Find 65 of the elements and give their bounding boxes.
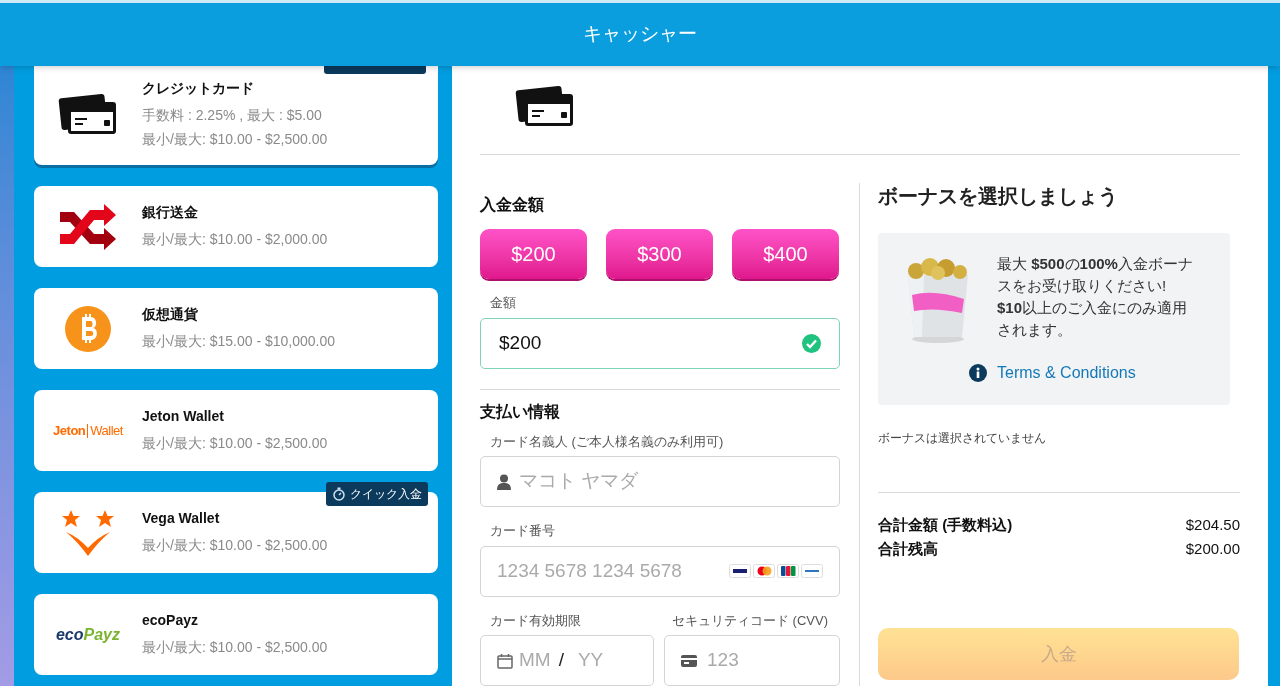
section-heading: 入金金額 xyxy=(480,195,545,215)
method-detail: 最小/最大: $10.00 - $2,500.00 xyxy=(142,130,328,149)
logo-text: Payz xyxy=(83,624,120,645)
method-title: 銀行送金 xyxy=(142,203,199,222)
stars-check-icon xyxy=(62,509,114,556)
method-title: Jeton Wallet xyxy=(142,407,225,426)
method-detail: 最小/最大: $10.00 - $2,500.00 xyxy=(142,434,328,453)
expiry-field[interactable]: MM / YY xyxy=(480,635,654,686)
method-title: ecoPayz xyxy=(142,611,200,630)
method-detail: 最小/最大: $10.00 - $2,000.00 xyxy=(142,230,328,249)
amount-field[interactable]: $200 xyxy=(480,317,840,369)
field-label: カード番号 xyxy=(490,522,556,540)
method-detail: 最小/最大: $10.00 - $2,500.00 xyxy=(142,638,328,657)
quick-deposit-badge: クイック入金 xyxy=(326,482,428,506)
field-label: 金額 xyxy=(490,294,517,312)
method-title: 仮想通貨 xyxy=(142,305,199,324)
total-label: 合計残高 xyxy=(878,539,938,559)
payment-method-card[interactable]: 仮想通貨 最小/最大: $15.00 - $10,000.00 xyxy=(34,288,438,369)
date-separator: / xyxy=(558,648,564,673)
total-label: 合計金額 (手数料込) xyxy=(878,515,1013,535)
card-brand-icon xyxy=(753,564,775,578)
terms-link[interactable]: Terms & Conditions xyxy=(969,361,1193,385)
logo-text: Jeton xyxy=(53,421,86,440)
amount-preset-button[interactable]: $200 xyxy=(480,229,587,279)
bonus-card[interactable]: 最大 $500の100%入金ボーナスをお受け取りください! $10以上のご入金にのみ適用されます。 Terms & Conditions xyxy=(878,233,1230,405)
field-label: カード名義人 (ご本人様名義のみ利用可) xyxy=(490,432,725,451)
shuffle-arrows-icon xyxy=(60,203,116,250)
amount-preset-button[interactable]: $400 xyxy=(732,229,839,279)
info-icon xyxy=(969,364,987,382)
bonus-status: ボーナスは選択されていません xyxy=(878,430,1047,447)
field-label: カード有効期限 xyxy=(490,611,582,630)
cashier-title: キャッシャー xyxy=(583,22,697,47)
field-label: セキュリティコード (CVV) xyxy=(672,611,829,630)
method-detail: 最小/最大: $15.00 - $10,000.00 xyxy=(142,332,335,351)
stopwatch-icon xyxy=(332,487,346,501)
logo-text: Wallet xyxy=(90,421,123,440)
section-heading: 支払い情報 xyxy=(480,401,561,422)
placeholder-text: マコト ヤマダ xyxy=(519,469,639,494)
placeholder-text: 1234 5678 1234 5678 xyxy=(497,558,682,583)
placeholder-text: MM xyxy=(519,648,551,673)
payment-method-card[interactable]: ecoPayz ecoPayz 最小/最大: $10.00 - $2,500.00 xyxy=(34,594,438,675)
bonus-description: 最大 $500の100%入金ボーナスをお受け取りください! $10以上のご入金にのみ適用されます。 xyxy=(997,254,1193,340)
card-brand-icon xyxy=(801,564,823,578)
amount-value: $200 xyxy=(499,330,542,355)
method-detail: 最小/最大: $10.00 - $2,500.00 xyxy=(142,536,328,555)
total-value: $200.00 xyxy=(1185,539,1240,559)
payment-method-card[interactable]: 銀行送金 最小/最大: $10.00 - $2,000.00 xyxy=(34,186,438,267)
total-value: $204.50 xyxy=(1185,515,1240,535)
method-title: クレジットカード xyxy=(142,79,255,98)
logo-text: eco xyxy=(55,624,84,645)
placeholder-text: 123 xyxy=(707,648,739,673)
person-icon xyxy=(497,473,511,490)
calendar-icon xyxy=(497,652,513,669)
method-detail: 手数料 : 2.25% , 最大 : $5.00 xyxy=(142,106,323,125)
card-brand-icon xyxy=(777,564,799,578)
method-title: Vega Wallet xyxy=(142,509,221,528)
bitcoin-icon xyxy=(64,304,112,353)
payment-method-card[interactable]: クレジットカード 手数料 : 2.25% , 最大 : $5.00 最小/最大: $10.00 - $2,500.00 xyxy=(34,66,438,165)
payment-method-card[interactable]: Jeton Wallet Jeton Wallet 最小/最大: $10.00 - $2,500.00 xyxy=(34,390,438,471)
section-heading: ボーナスを選択しましょう xyxy=(878,184,1119,209)
placeholder-text: YY xyxy=(577,648,604,673)
card-icon xyxy=(681,654,697,667)
check-icon xyxy=(802,333,821,353)
amount-preset-button[interactable]: $300 xyxy=(606,229,713,279)
card-brand-icon xyxy=(729,564,751,578)
